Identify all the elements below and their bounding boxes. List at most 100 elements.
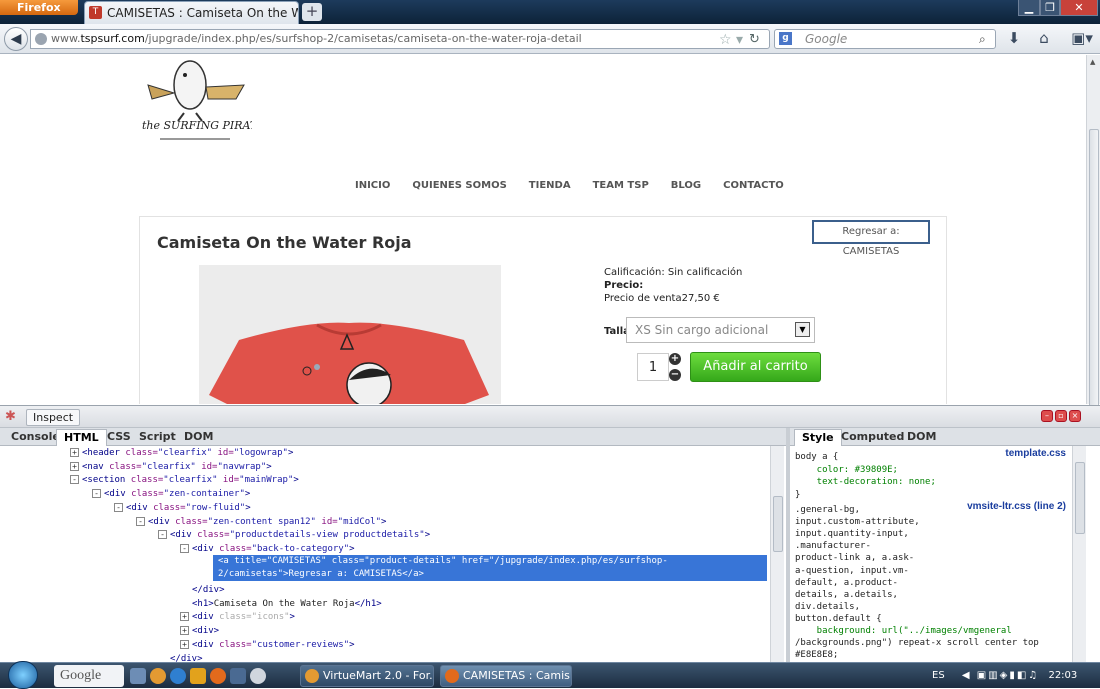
firebug-bug-icon[interactable]: ✱ — [5, 409, 21, 425]
taskbar-item-virtuemart[interactable]: VirtueMart 2.0 - For... — [300, 665, 434, 687]
html-panel-scrollbar-thumb[interactable] — [773, 496, 783, 552]
css-rule-line[interactable]: body a { — [795, 451, 838, 463]
css-rule-line[interactable]: details, a.details, — [795, 589, 898, 601]
css-rule-line[interactable]: default, a.product- — [795, 577, 898, 589]
minimize-window-icon[interactable]: ▁ — [1018, 0, 1040, 16]
style-source-link[interactable]: template.css — [1005, 448, 1066, 459]
html-tree-node[interactable]: - <div class="zen-container"> — [92, 488, 250, 501]
collapse-node-icon[interactable]: - — [136, 516, 145, 526]
back-to-category-link[interactable]: Regresar a: CAMISETAS — [812, 220, 930, 257]
quantity-decrease-icon[interactable]: − — [669, 369, 681, 381]
html-tree-node[interactable]: <h1>Camiseta On the Water Roja</h1> — [192, 598, 382, 611]
tray-expand-icon[interactable]: ◀ — [962, 670, 970, 681]
back-button[interactable]: ◀ — [4, 27, 28, 51]
html-tree-node[interactable]: </div> — [192, 584, 225, 597]
css-rule-line[interactable]: .manufacturer- — [795, 540, 871, 552]
add-to-cart-button[interactable]: Añadir al carrito — [690, 352, 821, 382]
new-tab-button[interactable]: + — [302, 3, 322, 21]
internet-explorer-icon[interactable] — [170, 668, 186, 684]
tray-icons[interactable]: ▣▥◈▮◧♫ — [977, 670, 1040, 681]
utility-icon[interactable] — [250, 668, 266, 684]
start-button-icon[interactable] — [8, 661, 38, 689]
style-panel[interactable]: template.css vmsite-ltr.css (line 2) bod… — [790, 446, 1072, 662]
bookmark-star-icon[interactable]: ☆ ▾ — [719, 31, 743, 48]
css-rule-line[interactable]: .general-bg, — [795, 504, 860, 516]
expand-node-icon[interactable]: + — [180, 626, 189, 636]
collapse-node-icon[interactable]: - — [70, 475, 79, 485]
html-tree-node[interactable]: - <div class="back-to-category"> — [180, 543, 355, 556]
html-tree-node[interactable]: + <nav class="clearfix" id="navwrap"> — [70, 461, 272, 474]
html-tree-node[interactable]: + <div class="customer-reviews"> — [180, 639, 355, 652]
restore-window-icon[interactable]: ❐ — [1040, 0, 1060, 16]
expand-node-icon[interactable]: + — [70, 461, 79, 471]
html-tree-node[interactable]: + <div class="icons"> — [180, 611, 295, 624]
collapse-node-icon[interactable]: - — [158, 530, 167, 540]
page-scrollbar[interactable]: ▲ — [1086, 55, 1100, 407]
css-rule-line[interactable]: } — [795, 489, 800, 501]
css-rule-line[interactable]: button.default { — [795, 613, 882, 625]
html-tree-node[interactable]: 2/camisetas">Regresar a: CAMISETAS</a> — [218, 568, 424, 581]
css-rule-line[interactable]: background: url("../images/vmgeneral — [795, 625, 1012, 637]
product-image[interactable] — [199, 265, 501, 404]
css-rule-line[interactable]: input.custom-attribute, — [795, 516, 920, 528]
quantity-increase-icon[interactable]: + — [669, 353, 681, 365]
surfing-piratas-logo[interactable]: the SURFING PIRATAS — [140, 55, 252, 147]
css-rule-line[interactable]: input.quantity-input, — [795, 528, 909, 540]
clock[interactable]: 22:03 — [1048, 670, 1077, 681]
address-bar[interactable]: www.tspsurf.com/jupgrade/index.php/es/su… — [30, 29, 770, 49]
menu-item-contacto[interactable]: CONTACTO — [723, 180, 784, 191]
menu-item-tienda[interactable]: TIENDA — [529, 180, 571, 191]
css-rule-line[interactable]: #E8E8E8; — [795, 649, 838, 661]
html-tree-node[interactable]: <a title="CAMISETAS" class="product-deta… — [218, 555, 668, 568]
expand-node-icon[interactable]: + — [180, 639, 189, 649]
google-toolbar-button[interactable]: Google — [54, 665, 124, 687]
style-source-link[interactable]: vmsite-ltr.css (line 2) — [967, 501, 1066, 512]
expand-node-icon[interactable]: + — [180, 612, 189, 622]
html-tree-node[interactable]: + <div> — [180, 625, 219, 638]
toolbar-menu-icon[interactable]: ▣▾ — [1068, 28, 1096, 48]
css-rule-line[interactable]: a-question, input.vm- — [795, 565, 909, 577]
html-tree-node[interactable]: - <div class="zen-content span12" id="mid… — [136, 516, 386, 529]
taskbar-item-camisetas[interactable]: CAMISETAS : Camis... — [440, 665, 572, 687]
inspect-button[interactable]: Inspect — [26, 409, 81, 426]
css-rule-line[interactable]: product-link a, a.ask- — [795, 552, 914, 564]
html-tree-panel[interactable]: <a title="CAMISETAS" class="product-deta… — [0, 446, 770, 662]
search-input[interactable]: g Google ⌕ — [774, 29, 996, 49]
expand-node-icon[interactable]: + — [70, 448, 79, 457]
style-panel-scrollbar-thumb[interactable] — [1075, 462, 1085, 534]
explorer-icon[interactable] — [230, 668, 246, 684]
collapse-node-icon[interactable]: - — [180, 543, 189, 553]
firefox-menu-button[interactable]: Firefox — [0, 0, 78, 15]
search-magnifier-icon[interactable]: ⌕ — [979, 30, 986, 48]
quantity-input[interactable]: 1 — [637, 353, 669, 381]
style-panel-scrollbar[interactable] — [1072, 446, 1086, 662]
html-tree-node[interactable]: </div> — [170, 653, 203, 663]
css-rule-line[interactable]: /backgrounds.png") repeat-x scroll cente… — [795, 637, 1039, 649]
css-rule-line[interactable]: div.details, — [795, 601, 860, 613]
html-tree-node[interactable]: - <section class="clearfix" id="mainWrap"… — [70, 474, 299, 487]
firefox-icon[interactable] — [210, 668, 226, 684]
show-desktop-icon[interactable] — [130, 668, 146, 684]
chevron-down-icon[interactable]: ▼ — [795, 322, 810, 337]
size-select[interactable]: XS Sin cargo adicional ▼ — [626, 317, 815, 343]
reload-icon[interactable]: ↻ — [749, 31, 760, 48]
menu-item-blog[interactable]: BLOG — [671, 180, 701, 191]
menu-item-inicio[interactable]: INICIO — [355, 180, 390, 191]
tab-side-dom[interactable]: DOM — [900, 429, 943, 446]
language-indicator[interactable]: ES — [932, 670, 945, 681]
collapse-node-icon[interactable]: - — [114, 502, 123, 512]
html-panel-scrollbar[interactable] — [770, 446, 784, 662]
html-tree-node[interactable]: + <header class="clearfix" id="logowrap"> — [70, 447, 293, 460]
firebug-close-icon[interactable]: × — [1069, 410, 1081, 422]
site-identity-icon[interactable] — [35, 33, 47, 45]
css-rule-line[interactable]: text-decoration: none; — [795, 476, 936, 488]
html-tree-node[interactable]: - <div class="row-fluid"> — [114, 502, 251, 515]
scroll-up-icon[interactable]: ▲ — [1090, 58, 1095, 66]
firebug-detach-icon[interactable]: ▫ — [1055, 410, 1067, 422]
css-rule-line[interactable]: color: #39809E; — [795, 464, 898, 476]
tab-dom[interactable]: DOM — [177, 429, 220, 446]
browser-tab-active[interactable]: T CAMISETAS : Camiseta On the Water Roja — [84, 1, 299, 24]
html-tree-node[interactable]: - <div class="productdetails-view product… — [158, 529, 430, 542]
google-search-engine-icon[interactable]: g — [779, 32, 792, 45]
close-window-icon[interactable]: ✕ — [1060, 0, 1098, 16]
